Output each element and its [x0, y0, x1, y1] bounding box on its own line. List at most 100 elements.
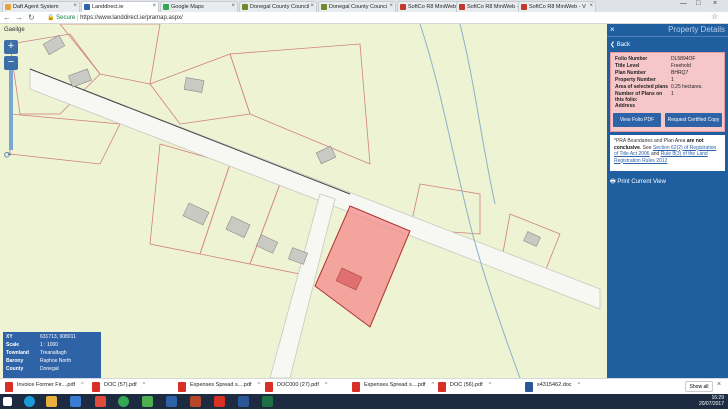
app-icon[interactable]	[70, 396, 81, 407]
tab-donegal-council-2[interactable]: Donegal County Counci ×	[318, 1, 396, 12]
property-details-panel: × Property Details ❮ Back Folio Number DL…	[607, 24, 728, 378]
parcel-outline	[9, 113, 121, 165]
parcel-outline	[229, 43, 371, 165]
building	[523, 231, 541, 247]
chevron-up-icon[interactable]: ^	[257, 382, 260, 388]
map-view[interactable]: Gaeilge + − ⟳ XY 631713, 908011 Scale 1 : …	[0, 24, 607, 378]
info-row: County Donegal	[6, 366, 59, 372]
folio-row: Address	[615, 103, 636, 109]
app-icon[interactable]	[95, 396, 106, 407]
reload-icon[interactable]: ↻	[28, 13, 35, 22]
app-icon[interactable]	[166, 396, 177, 407]
tab-google-maps[interactable]: Google Maps ×	[160, 1, 238, 12]
windows-taskbar: 16:29 20/07/2017	[0, 394, 728, 409]
show-all-downloads-button[interactable]: Show all	[685, 381, 713, 392]
info-row: XY 631713, 908011	[6, 334, 76, 340]
download-item[interactable]: DOC000 (27).pdf ^	[265, 382, 327, 393]
chevron-up-icon[interactable]: ^	[578, 382, 581, 388]
favicon-icon	[321, 4, 327, 10]
word-file-icon	[525, 382, 533, 392]
chevron-up-icon[interactable]: ^	[81, 382, 84, 388]
pdf-file-icon	[92, 382, 100, 392]
forward-arrow-icon[interactable]: →	[15, 13, 23, 22]
favicon-icon	[459, 4, 465, 10]
panel-header: × Property Details	[607, 24, 728, 37]
chevron-up-icon[interactable]: ^	[489, 382, 492, 388]
printer-icon: 🖶	[610, 179, 616, 185]
favicon-icon	[400, 4, 406, 10]
boundary-notice: *PRA Boundaries and Plan Area are not co…	[610, 135, 725, 171]
address-bar: ← → ↻ 🔒 Secure | https://www.landdirect.…	[0, 12, 728, 24]
close-tab-icon[interactable]: ×	[310, 3, 314, 9]
close-tab-icon[interactable]: ×	[152, 3, 156, 9]
pdf-file-icon	[438, 382, 446, 392]
info-row: Townland Treanaltagh	[6, 350, 67, 356]
excel-icon[interactable]	[262, 396, 273, 407]
folio-row: Area of selected plans 0.25 hectares.	[615, 84, 703, 90]
close-tab-icon[interactable]: ×	[589, 3, 593, 9]
tab-daft-agent-system[interactable]: Daft Agent System ×	[2, 1, 80, 12]
word-icon[interactable]	[238, 396, 249, 407]
url-text: https://www.landdirect.ie/pramap.aspx/	[80, 15, 183, 21]
back-link[interactable]: ❮ Back	[610, 41, 630, 48]
app-icon[interactable]	[142, 396, 153, 407]
pdf-file-icon	[178, 382, 186, 392]
favicon-icon	[5, 4, 11, 10]
close-downloads-icon[interactable]: ×	[717, 381, 721, 388]
chevron-left-icon: ❮	[610, 42, 616, 48]
folio-row: Property Number 1	[615, 77, 674, 83]
chevron-up-icon[interactable]: ^	[143, 382, 146, 388]
star-icon[interactable]: ☆	[711, 12, 718, 21]
info-row: Scale 1 : 1000	[6, 342, 59, 348]
language-toggle[interactable]: Gaeilge	[4, 27, 25, 33]
maximize-icon[interactable]: □	[696, 0, 700, 7]
downloads-bar: Invoice Former Fir....pdf ^ DOC (57).pdf ^…	[0, 378, 728, 394]
info-row: Barony Raphoe North	[6, 358, 72, 364]
download-item[interactable]: DOC (57).pdf ^	[92, 382, 145, 393]
download-item[interactable]: s4315462.doc ^	[525, 382, 580, 393]
minimize-icon[interactable]: —	[680, 0, 687, 7]
download-item[interactable]: Expenses Spread s....pdf ^	[352, 382, 434, 393]
panel-title: Property Details	[668, 25, 725, 34]
pdf-file-icon	[5, 382, 13, 392]
file-explorer-icon[interactable]	[46, 396, 57, 407]
chevron-up-icon[interactable]: ^	[431, 382, 434, 388]
download-item[interactable]: DOC (56).pdf ^	[438, 382, 491, 393]
zoom-in-button[interactable]: +	[4, 40, 18, 54]
close-tab-icon[interactable]: ×	[73, 3, 77, 9]
close-window-icon[interactable]: ×	[713, 0, 717, 7]
folio-row: Title Level Freehold	[615, 63, 691, 69]
tab-landdirect[interactable]: Landdirect.ie ×	[81, 1, 159, 12]
download-item[interactable]: Expenses Spread s....pdf ^	[178, 382, 260, 393]
back-arrow-icon[interactable]: ←	[3, 13, 11, 22]
building	[182, 202, 210, 226]
favicon-icon	[163, 4, 169, 10]
print-current-view-link[interactable]: 🖶 Print Current View	[610, 177, 666, 187]
tab-softco-3[interactable]: SoftCo R8 MiniWeb - V ×	[518, 1, 596, 12]
zoom-out-button[interactable]: −	[4, 56, 18, 70]
location-info-table: XY 631713, 908011 Scale 1 : 1000 Townland T…	[3, 332, 101, 378]
system-clock[interactable]: 16:29 20/07/2017	[699, 395, 724, 407]
request-certified-copy-button[interactable]: Request Certified Copy	[665, 113, 722, 127]
close-panel-icon[interactable]: ×	[610, 25, 615, 34]
app-icon[interactable]	[190, 396, 201, 407]
refresh-icon[interactable]: ⟳	[4, 150, 12, 161]
zoom-slider[interactable]	[9, 70, 13, 150]
chrome-icon[interactable]	[118, 396, 129, 407]
chevron-up-icon[interactable]: ^	[325, 382, 328, 388]
favicon-icon	[84, 4, 90, 10]
tab-donegal-council-1[interactable]: Donegal County Council ×	[239, 1, 317, 12]
building	[183, 77, 205, 93]
internet-explorer-icon[interactable]	[24, 396, 35, 407]
folio-row: Number of Plans on this folio: 1	[615, 91, 674, 103]
close-tab-icon[interactable]: ×	[389, 3, 393, 9]
building	[225, 216, 251, 238]
building	[68, 68, 92, 88]
windows-start-icon[interactable]	[3, 397, 12, 406]
view-folio-pdf-button[interactable]: View Folio PDF	[613, 113, 661, 127]
close-tab-icon[interactable]: ×	[231, 3, 235, 9]
acrobat-icon[interactable]	[214, 396, 225, 407]
pdf-file-icon	[352, 382, 360, 392]
download-item[interactable]: Invoice Former Fir....pdf ^	[5, 382, 84, 393]
url-input[interactable]: 🔒 Secure | https://www.landdirect.ie/pra…	[43, 13, 708, 23]
